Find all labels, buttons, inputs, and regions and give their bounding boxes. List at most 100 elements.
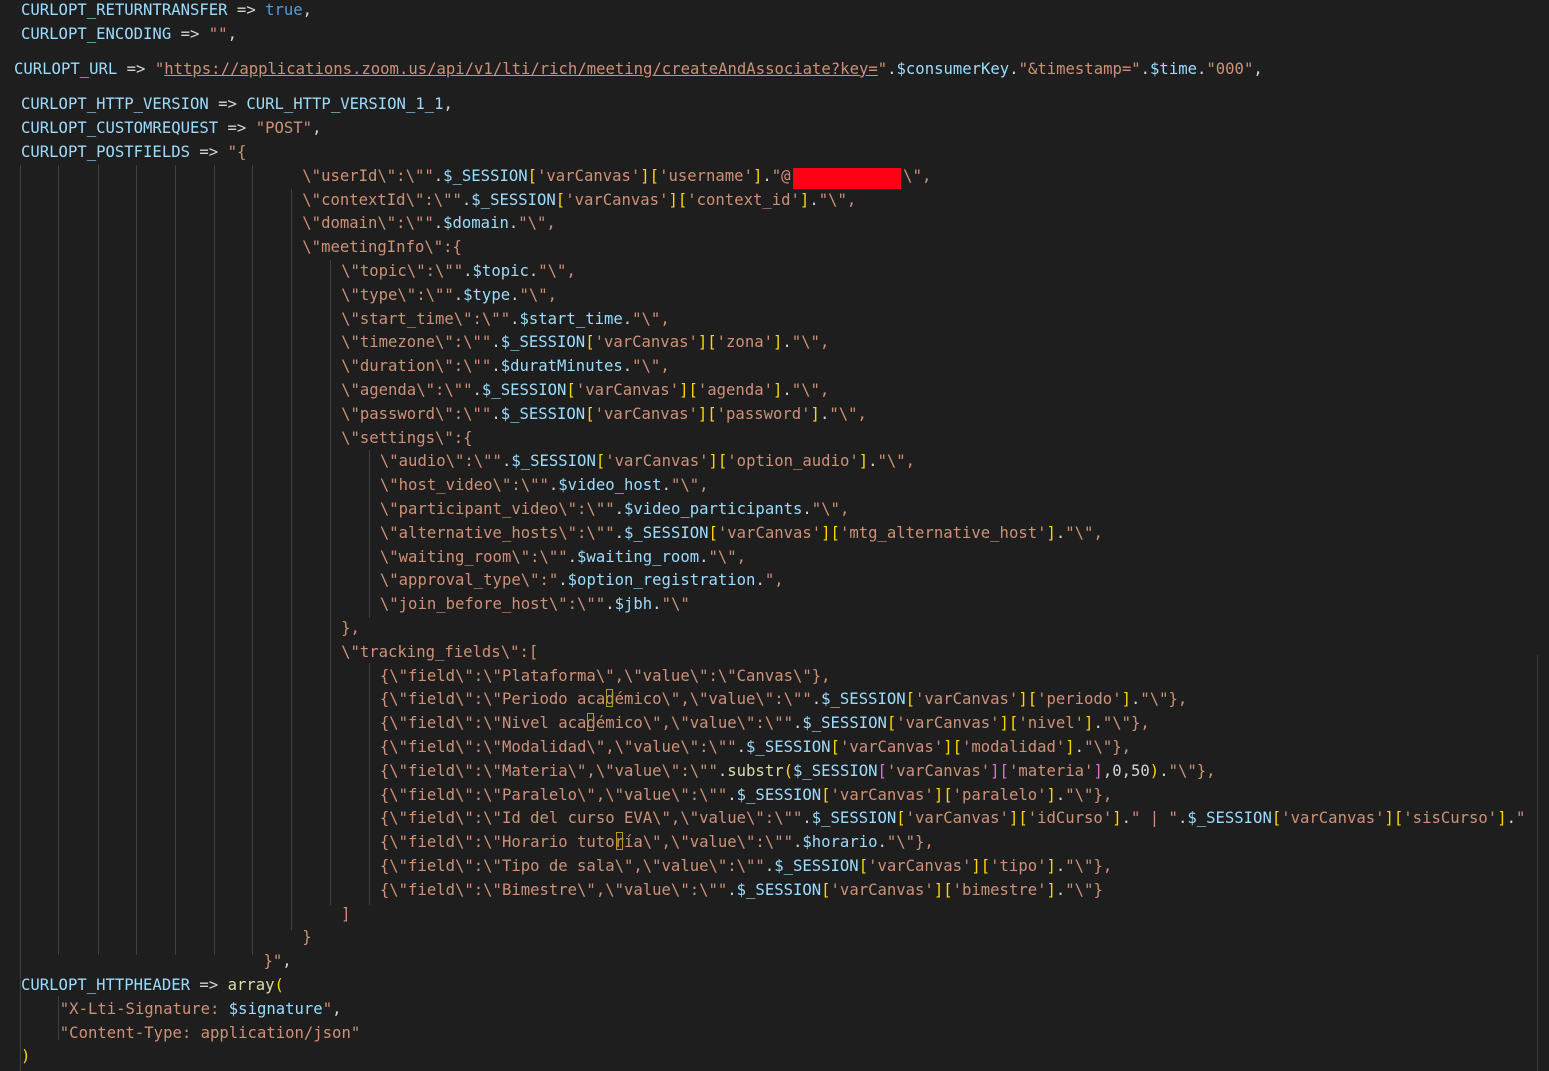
code-token: 'varCanvas' [839,738,944,756]
code-token: $signature [228,999,323,1018]
code-line: } [302,926,311,950]
code-token: ] [1046,523,1056,542]
code-line: \"start_time\":\"".$start_time."\", [341,308,670,332]
code-token: . [809,190,819,209]
code-token: $topic [472,262,529,280]
code-token: . [491,404,501,423]
code-token: "\", [791,333,830,352]
code-token: 'mtg_alternative_host' [839,523,1047,542]
code-token: $_SESSION [736,785,822,804]
code-line: \"audio\":\"".$_SESSION['varCanvas']['op… [380,450,915,474]
code-token: . [762,166,772,185]
code-line: \"settings\":{ [341,427,472,451]
code-token: "\"}, [886,833,934,852]
code-line: {\"field\":\"Horario tutoría\",\"value\"… [380,831,934,855]
code-token: 'varCanvas' [830,785,934,804]
code-line: ) [21,1045,30,1069]
code-token: . [622,309,633,328]
code-token: . [491,357,501,376]
code-token: ][ [679,381,698,399]
code-token: 'bimestre' [952,880,1047,899]
indent-guide [369,663,370,905]
code-token: . [755,571,765,590]
code-token: "\"}, [1140,690,1188,709]
code-token: . [510,285,520,304]
indent-guide [330,260,331,905]
code-token: ][ [821,523,840,542]
code-token: 'varCanvas' [1281,809,1385,828]
code-token: 'varCanvas' [915,690,1019,709]
code-token: "\", [708,547,747,566]
code-token: $horario [802,833,878,852]
code-token: CURLOPT_POSTFIELDS [21,143,190,161]
code-token: \"audio\":\"" [379,452,502,471]
code-token: $_SESSION [821,690,906,709]
code-token: ] [772,381,783,399]
code-token: $type [463,285,511,304]
code-token: ] [773,333,783,352]
code-token: " [877,59,888,78]
code-token: $domain [443,214,509,233]
code-line: "Content-Type: application/json" [60,1022,360,1046]
code-token: \"domain\":\"" [302,214,434,233]
code-token: . [792,714,803,733]
code-token: . [736,738,747,756]
code-token: 'nivel' [1018,714,1085,733]
code-token: 'username' [659,166,753,185]
code-token: "\"}, [1102,714,1150,733]
code-line: \"meetingInfo\":{ [302,236,462,260]
code-token: 'option_audio' [727,452,859,471]
code-token: . [433,214,444,233]
code-token: . [782,333,792,352]
code-token: . [868,452,878,471]
code-editor[interactable]: CURLOPT_RETURNTRANSFER => true, CURLOPT_E… [0,0,1549,1071]
code-token: 'varCanvas' [886,761,991,780]
code-token: $video_host [558,476,662,495]
code-token: 'materia' [1008,761,1094,780]
code-token: 'varCanvas' [575,381,680,399]
code-token: ] [799,190,810,209]
code-token: ] [1046,785,1056,804]
code-token: $_SESSION [1187,809,1272,828]
code-token: . [1055,857,1066,875]
code-token: ] [858,452,869,471]
code-token: "\", [791,381,830,399]
code-token: . [491,333,501,352]
code-token: . [1055,880,1066,899]
code-line: \"approval_type\":".$option_registration… [380,569,784,593]
code-token: [ [595,452,606,471]
code-token: . [508,214,519,233]
code-token: " [1515,809,1526,828]
code-token: "\", [632,309,670,328]
indent-guide [58,996,59,1040]
code-token: "\"}, [1168,761,1216,780]
indent-guide [20,165,21,1071]
code-token: . [453,285,464,304]
code-token: "\" [661,595,690,614]
code-token: array [227,976,275,994]
code-token: [ [877,761,887,780]
code-token: ] [1046,857,1056,875]
code-token: substr [727,761,784,780]
code-line: {\"field\":\"Materia\",\"value\":\"".sub… [380,760,1216,784]
code-token: 'varCanvas' [537,166,641,185]
code-token: "\", [818,190,857,209]
code-line: {\"field\":\"Tipo de sala\",\"value\":\"… [380,855,1112,879]
code-token: 'tipo' [990,857,1047,875]
code-token: true [265,1,303,19]
code-token: ] [1065,738,1075,756]
code-token: . [461,190,472,209]
code-token: "X-Lti-Signature: [59,999,229,1018]
code-token: , [1253,59,1263,78]
code-token: ][ [668,190,688,209]
code-token: , [312,119,322,138]
code-token: ][ [943,738,962,756]
code-token: 'varCanvas' [717,523,822,542]
code-token: ][ [933,785,953,804]
code-token: "\"}, [1065,785,1113,804]
code-token: . [528,262,539,280]
code-token: . [548,476,559,495]
code-token: [ [708,523,718,542]
code-token: " [322,999,333,1018]
code-token: ][ [697,333,717,352]
